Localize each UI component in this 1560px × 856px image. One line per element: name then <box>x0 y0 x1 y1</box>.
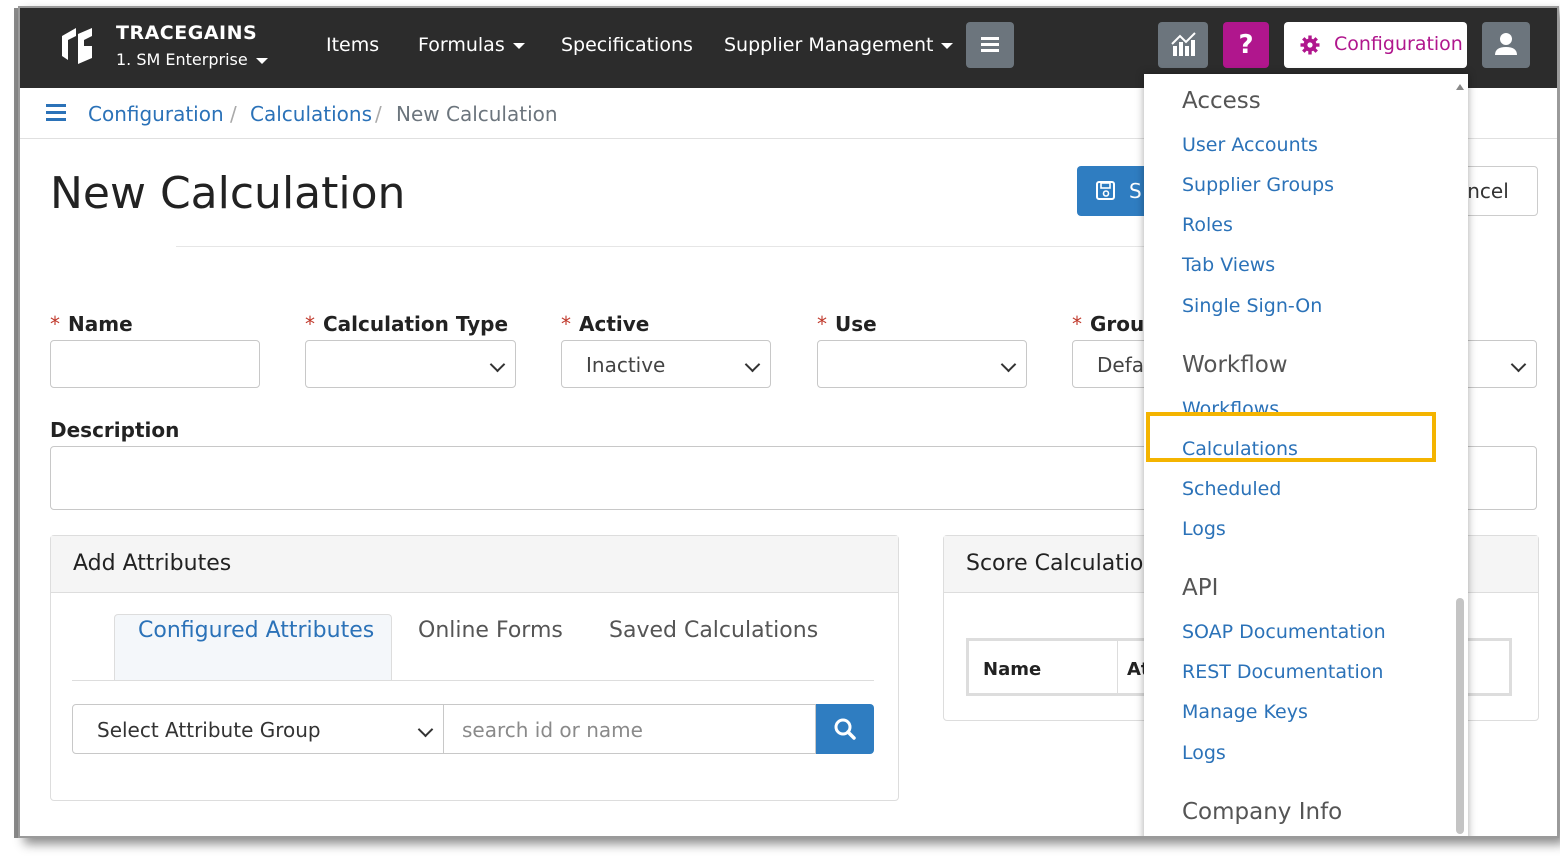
menu-item-tab-views[interactable]: Tab Views <box>1182 254 1275 276</box>
active-value: Inactive <box>586 353 666 377</box>
required-mark: * <box>1072 312 1082 336</box>
nav-formulas-label: Formulas <box>418 34 505 56</box>
app-window: TRACEGAINS 1. SM Enterprise Items Formul… <box>18 6 1559 838</box>
attribute-search-input[interactable]: search id or name <box>444 704 816 754</box>
page-title: New Calculation <box>50 168 406 219</box>
required-mark: * <box>817 312 827 336</box>
required-mark: * <box>561 312 571 336</box>
attribute-group-select[interactable]: Select Attribute Group <box>72 704 444 754</box>
chevron-down-icon <box>1000 356 1017 373</box>
breadcrumb-separator: / <box>230 102 237 126</box>
use-label-text: Use <box>835 312 877 336</box>
calc-type-label: * Calculation Type <box>305 312 508 336</box>
breadcrumb-separator: / <box>375 102 382 126</box>
required-mark: * <box>305 312 315 336</box>
scroll-up-arrow-icon[interactable] <box>1456 84 1464 90</box>
menu-item-supplier-groups[interactable]: Supplier Groups <box>1182 174 1334 196</box>
menu-heading-company-info: Company Info <box>1182 799 1343 825</box>
menu-item-soap-documentation[interactable]: SOAP Documentation <box>1182 621 1386 643</box>
enterprise-selector[interactable]: 1. SM Enterprise <box>116 50 268 69</box>
hamburger-icon <box>981 37 999 40</box>
save-label: S <box>1129 179 1142 203</box>
sidebar-toggle-icon[interactable] <box>46 104 66 122</box>
chevron-down-icon <box>417 721 434 738</box>
attribute-group-value: Select Attribute Group <box>97 718 321 742</box>
active-select[interactable]: Inactive <box>561 340 771 388</box>
menu-item-roles[interactable]: Roles <box>1182 214 1233 236</box>
configuration-label: Configuration <box>1334 33 1463 55</box>
column-header-name: Name <box>983 659 1042 680</box>
active-label: * Active <box>561 312 649 336</box>
menu-item-scheduled[interactable]: Scheduled <box>1182 478 1281 500</box>
use-label: * Use <box>817 312 877 336</box>
breadcrumb-calculations[interactable]: Calculations <box>250 102 372 126</box>
nav-items[interactable]: Items <box>326 34 379 56</box>
use-select[interactable] <box>817 340 1027 388</box>
chevron-down-icon <box>744 356 761 373</box>
menu-item-manage-keys[interactable]: Manage Keys <box>1182 701 1308 723</box>
chart-icon <box>1171 32 1196 56</box>
menu-item-workflow-logs[interactable]: Logs <box>1182 518 1226 540</box>
menu-heading-api: API <box>1182 575 1219 601</box>
menu-item-api-logs[interactable]: Logs <box>1182 742 1226 764</box>
calculations-highlight <box>1146 412 1436 462</box>
nav-specifications[interactable]: Specifications <box>561 34 693 56</box>
chevron-down-icon <box>1510 356 1527 373</box>
dropdown-scrollbar[interactable] <box>1456 598 1464 834</box>
breadcrumb-configuration[interactable]: Configuration <box>88 102 224 126</box>
menu-heading-workflow: Workflow <box>1182 352 1288 378</box>
chevron-down-icon <box>941 42 954 49</box>
calc-type-select[interactable] <box>305 340 516 388</box>
attribute-search-placeholder: search id or name <box>462 718 643 742</box>
tabs-divider <box>72 680 874 681</box>
analytics-button[interactable] <box>1158 22 1208 68</box>
name-label-text: Name <box>68 312 133 336</box>
name-label: * Name <box>50 312 133 336</box>
menu-item-rest-documentation[interactable]: REST Documentation <box>1182 661 1383 683</box>
name-input[interactable] <box>50 340 260 388</box>
nav-formulas[interactable]: Formulas <box>418 34 525 56</box>
panel-header: Add Attributes <box>51 536 898 593</box>
search-icon <box>834 718 856 740</box>
chevron-down-icon <box>255 57 268 64</box>
tab-saved-calculations[interactable]: Saved Calculations <box>609 618 818 643</box>
menu-heading-access: Access <box>1182 88 1261 114</box>
column-divider <box>1117 641 1118 693</box>
active-label-text: Active <box>579 312 650 336</box>
nav-supplier-management[interactable]: Supplier Management <box>724 34 954 56</box>
menu-item-single-sign-on[interactable]: Single Sign-On <box>1182 295 1322 317</box>
floppy-disk-icon <box>1096 181 1115 200</box>
panel-title: Score Calculatio <box>966 551 1144 576</box>
description-label: Description <box>50 418 180 442</box>
tab-configured-attributes[interactable]: Configured Attributes <box>138 618 374 643</box>
divider <box>176 246 1176 247</box>
tab-online-forms[interactable]: Online Forms <box>418 618 563 643</box>
breadcrumb-current: New Calculation <box>396 102 558 126</box>
gear-icon <box>1300 35 1320 55</box>
enterprise-label: 1. SM Enterprise <box>116 50 248 69</box>
chevron-down-icon <box>512 42 525 49</box>
user-icon <box>1495 33 1517 55</box>
calc-type-label-text: Calculation Type <box>323 312 509 336</box>
panel-title: Add Attributes <box>73 551 232 576</box>
brand-name: TRACEGAINS <box>116 22 258 44</box>
chevron-down-icon <box>489 356 506 373</box>
configuration-button[interactable]: Configuration <box>1284 22 1467 68</box>
tracegains-logo-icon[interactable] <box>56 24 98 66</box>
attribute-search-button[interactable] <box>816 704 874 754</box>
required-mark: * <box>50 312 60 336</box>
menu-item-user-accounts[interactable]: User Accounts <box>1182 134 1318 156</box>
more-menu-button[interactable] <box>966 22 1014 68</box>
user-menu-button[interactable] <box>1482 22 1530 68</box>
help-button[interactable]: ? <box>1223 22 1269 68</box>
nav-supplier-management-label: Supplier Management <box>724 34 934 56</box>
